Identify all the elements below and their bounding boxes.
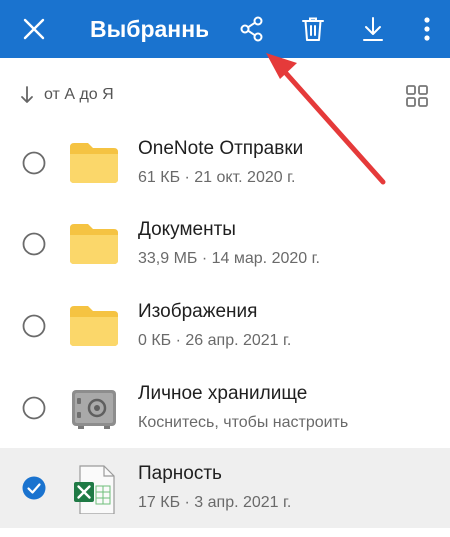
file-name: OneNote Отправки	[138, 138, 304, 159]
list-item[interactable]: Изображения 0 КБ · 26 апр. 2021 г.	[0, 286, 450, 366]
page-title: Выбранные	[90, 16, 208, 42]
share-icon	[240, 16, 263, 42]
radio-unchecked-icon[interactable]	[22, 314, 46, 338]
grid-view-icon[interactable]	[405, 84, 429, 108]
list-item[interactable]: Парность 17 КБ · 3 апр. 2021 г.	[0, 448, 450, 528]
more-options-button[interactable]	[412, 0, 442, 58]
file-name: Документы	[138, 219, 236, 240]
folder-icon	[70, 224, 118, 264]
file-meta: 17 КБ · 3 апр. 2021 г.	[138, 494, 292, 511]
file-meta: Коснитесь, чтобы настроить	[138, 414, 349, 431]
sort-order-button[interactable]: от А до Я	[44, 84, 114, 106]
radio-unchecked-icon[interactable]	[22, 396, 46, 420]
close-icon	[23, 18, 45, 40]
list-item[interactable]: OneNote Отправки 61 КБ · 21 окт. 2020 г.	[0, 123, 450, 203]
top-app-bar: Выбранные	[0, 0, 450, 58]
file-meta: 0 КБ · 26 апр. 2021 г.	[138, 332, 292, 349]
radio-unchecked-icon[interactable]	[22, 232, 46, 256]
radio-unchecked-icon[interactable]	[22, 151, 46, 175]
delete-button[interactable]	[293, 0, 333, 58]
download-icon	[363, 17, 383, 41]
file-name: Изображения	[138, 301, 258, 322]
close-button[interactable]	[14, 0, 54, 58]
list-item[interactable]: Личное хранилище Коснитесь, чтобы настро…	[0, 368, 450, 448]
file-meta: 61 КБ · 21 окт. 2020 г.	[138, 169, 296, 186]
share-button[interactable]	[232, 0, 272, 58]
checkmark-circle-icon[interactable]	[22, 476, 46, 500]
more-vert-icon	[424, 17, 430, 41]
folder-icon	[70, 306, 118, 346]
excel-file-icon	[74, 465, 115, 514]
arrow-down-icon	[21, 86, 33, 103]
file-name: Личное хранилище	[138, 383, 308, 404]
folder-icon	[70, 143, 118, 183]
list-item[interactable]: Документы 33,9 МБ · 14 мар. 2020 г.	[0, 204, 450, 284]
delete-icon	[302, 17, 324, 41]
file-meta: 33,9 МБ · 14 мар. 2020 г.	[138, 250, 320, 267]
vault-safe-icon	[72, 390, 116, 429]
download-button[interactable]	[353, 0, 393, 58]
file-name: Парность	[138, 463, 222, 484]
sort-bar: от А до Я	[0, 76, 450, 116]
